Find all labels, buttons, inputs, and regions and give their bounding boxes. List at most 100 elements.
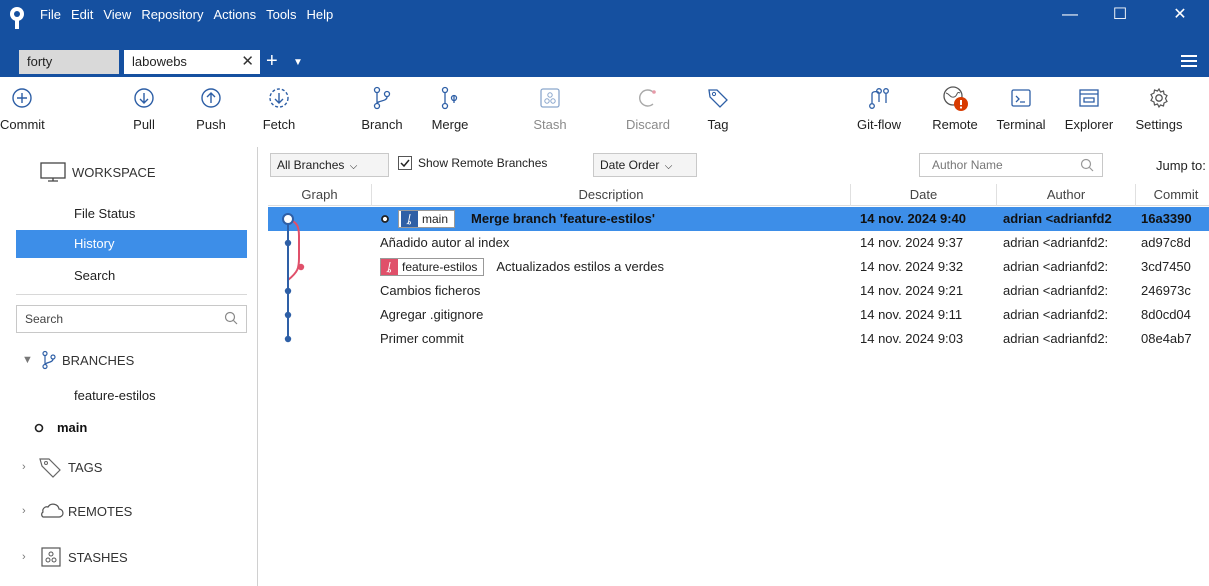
checkbox-checked-icon xyxy=(398,156,412,170)
commit-row[interactable]: Añadido autor al index 14 nov. 2024 9:37… xyxy=(268,231,1209,255)
workspace-header: WORKSPACE xyxy=(40,161,156,183)
push-button[interactable]: Push xyxy=(190,83,232,132)
tab-labowebs[interactable]: labowebs ✕ xyxy=(124,50,260,74)
branch-label-feature-estilos[interactable]: ȴ feature-estilos xyxy=(380,258,485,276)
push-label: Push xyxy=(196,117,226,132)
column-author[interactable]: Author xyxy=(997,184,1136,206)
sidebar-item-search[interactable]: Search xyxy=(16,262,247,290)
sidebar: WORKSPACE File Status History Search Sea… xyxy=(0,147,258,586)
fetch-button[interactable]: Fetch xyxy=(258,83,300,132)
tags-label: TAGS xyxy=(68,459,103,475)
branch-icon: ȴ xyxy=(401,211,418,227)
show-remote-label: Show Remote Branches xyxy=(418,156,548,170)
commit-author: adrian <adrianfd2: xyxy=(1003,283,1109,298)
commit-row[interactable]: ȴ feature-estilos Actualizados estilos a… xyxy=(268,255,1209,279)
menu-file[interactable]: File xyxy=(40,4,61,26)
sidebar-search-input[interactable]: Search xyxy=(16,305,247,333)
minimize-button[interactable]: — xyxy=(1050,4,1090,26)
commit-message: Merge branch 'feature-estilos' xyxy=(471,211,655,226)
hamburger-menu-icon[interactable] xyxy=(1181,52,1197,70)
title-bar: File Edit View Repository Actions Tools … xyxy=(0,0,1209,44)
column-date[interactable]: Date xyxy=(851,184,997,206)
tab-forty[interactable]: forty xyxy=(19,50,119,74)
menu-repository[interactable]: Repository xyxy=(141,4,203,26)
pull-icon xyxy=(134,88,154,108)
terminal-icon xyxy=(1011,89,1031,107)
branch-label-main[interactable]: ȴ main xyxy=(398,210,456,228)
merge-button[interactable]: Merge xyxy=(424,83,476,132)
terminal-button[interactable]: Terminal xyxy=(992,83,1050,132)
commit-button[interactable]: Commit xyxy=(0,83,45,132)
commit-description: ȴ main Merge branch 'feature-estilos' xyxy=(380,207,655,231)
menu-edit[interactable]: Edit xyxy=(71,4,93,26)
tab-label: forty xyxy=(27,54,53,69)
branch-icon xyxy=(42,350,56,370)
commit-node xyxy=(284,335,292,343)
merge-icon xyxy=(441,86,458,110)
branch-item-main[interactable]: main xyxy=(33,420,87,435)
stashes-section[interactable]: › STASHES xyxy=(22,547,128,567)
column-description[interactable]: Description xyxy=(372,184,851,206)
branch-filter-dropdown[interactable]: All Branches ⌵ xyxy=(270,153,389,177)
discard-icon xyxy=(639,89,656,107)
settings-button[interactable]: Settings xyxy=(1130,83,1188,132)
maximize-button[interactable]: ☐ xyxy=(1100,4,1140,26)
tab-close-icon[interactable]: ✕ xyxy=(241,50,254,74)
stash-button[interactable]: Stash xyxy=(524,83,576,132)
explorer-icon xyxy=(1079,89,1099,107)
cloud-icon xyxy=(41,503,64,518)
branch-label-text: main xyxy=(422,212,449,226)
explorer-label: Explorer xyxy=(1064,117,1114,132)
explorer-button[interactable]: Explorer xyxy=(1061,83,1117,132)
commit-row[interactable]: Cambios ficheros 14 nov. 2024 9:21 adria… xyxy=(268,279,1209,303)
sidebar-item-history[interactable]: History xyxy=(16,230,247,258)
commit-node-feature xyxy=(297,263,305,271)
tab-label: labowebs xyxy=(132,54,187,69)
menu-tools[interactable]: Tools xyxy=(266,4,296,26)
column-graph[interactable]: Graph xyxy=(268,184,372,206)
commit-author: adrian <adrianfd2 xyxy=(1003,211,1112,226)
branch-icon: ȴ xyxy=(381,259,398,275)
gitflow-button[interactable]: Git-flow xyxy=(854,83,904,132)
author-filter-input[interactable]: Author Name xyxy=(919,153,1103,177)
close-window-button[interactable]: ✕ xyxy=(1160,4,1200,26)
tags-section[interactable]: › TAGS xyxy=(22,456,102,478)
repo-tabs: forty labowebs ✕ + ▼ xyxy=(0,50,1209,74)
tag-label: Tag xyxy=(707,117,729,132)
menu-view[interactable]: View xyxy=(103,4,131,26)
show-remote-checkbox[interactable]: Show Remote Branches xyxy=(398,156,547,170)
gitflow-label: Git-flow xyxy=(856,117,902,132)
remotes-label: REMOTES xyxy=(68,503,133,519)
add-tab-button[interactable]: + xyxy=(266,50,278,72)
branch-item-feature-estilos[interactable]: feature-estilos xyxy=(74,388,156,403)
column-commit[interactable]: Commit xyxy=(1136,184,1209,206)
feature-branch-line xyxy=(287,218,300,281)
stashes-label: STASHES xyxy=(68,549,128,565)
head-marker-icon xyxy=(381,215,389,223)
commit-row[interactable]: ȴ main Merge branch 'feature-estilos' 14… xyxy=(268,207,1209,231)
commit-hash: 246973c xyxy=(1141,283,1191,298)
menu-help[interactable]: Help xyxy=(306,4,333,26)
menu-actions[interactable]: Actions xyxy=(213,4,256,26)
remote-button[interactable]: Remote xyxy=(926,83,984,132)
author-placeholder: Author Name xyxy=(932,158,1003,172)
current-branch-icon xyxy=(34,423,44,432)
order-dropdown[interactable]: Date Order ⌵ xyxy=(593,153,697,177)
branches-section[interactable]: ▼ BRANCHES xyxy=(22,350,134,370)
remotes-section[interactable]: › REMOTES xyxy=(22,502,132,520)
push-icon xyxy=(201,88,221,108)
discard-label: Discard xyxy=(625,117,671,132)
chevron-right-icon: › xyxy=(22,505,26,517)
commit-author: adrian <adrianfd2: xyxy=(1003,307,1109,322)
tab-dropdown-icon[interactable]: ▼ xyxy=(293,54,303,72)
branch-button[interactable]: Branch xyxy=(356,83,408,132)
discard-button[interactable]: Discard xyxy=(618,83,678,132)
sidebar-item-file-status[interactable]: File Status xyxy=(16,200,247,228)
commit-hash: 8d0cd04 xyxy=(1141,307,1191,322)
commit-row[interactable]: Agregar .gitignore 14 nov. 2024 9:11 adr… xyxy=(268,303,1209,327)
commit-node xyxy=(284,311,292,319)
tag-icon xyxy=(708,89,728,108)
pull-button[interactable]: Pull xyxy=(124,83,164,132)
tag-button[interactable]: Tag xyxy=(700,83,736,132)
commit-row[interactable]: Primer commit 14 nov. 2024 9:03 adrian <… xyxy=(268,327,1209,351)
